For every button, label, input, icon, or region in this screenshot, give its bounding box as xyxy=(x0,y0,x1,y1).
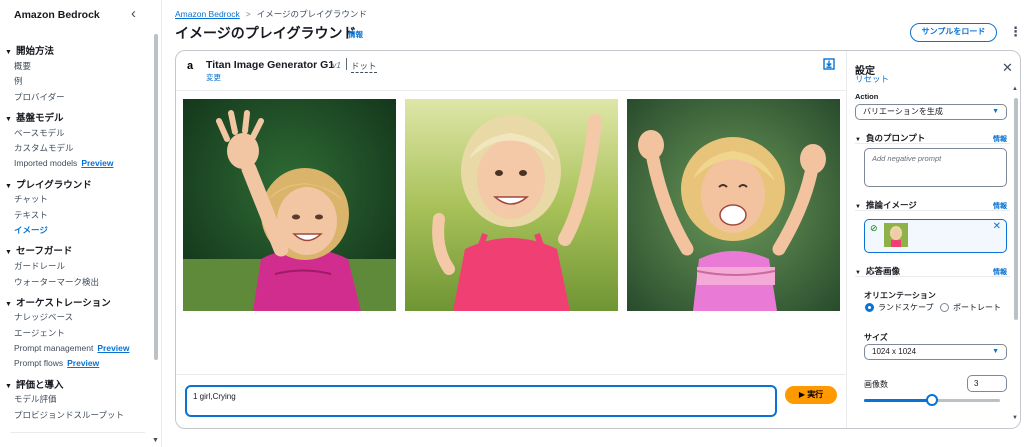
action-select[interactable]: バリエーションを生成 ▼ xyxy=(855,104,1007,120)
section-rule xyxy=(855,276,1010,277)
caret-down-icon: ▼ xyxy=(5,183,12,190)
run-button[interactable]: ▶ 実行 xyxy=(785,386,837,404)
size-select[interactable]: 1024 x 1024 ▼ xyxy=(864,344,1007,360)
sidebar-item-watermark-detection[interactable]: ウォーターマーク検出 xyxy=(14,276,99,288)
sidebar-item-imported-models[interactable]: Imported models Preview xyxy=(14,158,113,168)
prompt-text[interactable]: 1 girl,Crying xyxy=(193,392,236,401)
scroll-down-arrow-icon[interactable]: ▼ xyxy=(1012,415,1018,421)
negative-prompt-input[interactable]: Add negative prompt xyxy=(864,148,1007,187)
sidebar-section-getting-started[interactable]: ▼ 開始方法 xyxy=(5,43,54,57)
chevron-right-icon: > xyxy=(245,9,251,19)
caret-down-icon: ▼ xyxy=(5,116,12,123)
section-rule xyxy=(855,143,1010,144)
reference-image-card[interactable]: ⊘ ✕ xyxy=(864,219,1007,253)
portrait-label[interactable]: ポートレート xyxy=(953,302,1003,313)
caret-down-icon: ▼ xyxy=(5,301,12,308)
action-label: Action xyxy=(855,92,879,101)
negative-prompt-placeholder: Add negative prompt xyxy=(872,154,942,163)
generated-image-1[interactable] xyxy=(183,99,396,311)
prompt-rule xyxy=(176,374,846,375)
slider-thumb[interactable] xyxy=(926,394,938,406)
landscape-label[interactable]: ランドスケープ xyxy=(878,302,936,313)
caret-down-icon: ▼ xyxy=(992,108,999,115)
sidebar-item-provisioned-throughput[interactable]: プロビジョンドスループット xyxy=(14,409,124,421)
sidebar-item-base-models[interactable]: ベースモデル xyxy=(14,127,65,139)
sidebar-item-image[interactable]: イメージ xyxy=(14,224,48,236)
header-rule xyxy=(176,90,846,91)
sidebar-title: Amazon Bedrock xyxy=(14,9,100,21)
scroll-up-arrow-icon[interactable]: ▲ xyxy=(1012,86,1018,92)
preview-badge[interactable]: Preview xyxy=(67,358,99,368)
sidebar-item-guardrails[interactable]: ガードレール xyxy=(14,260,65,272)
sidebar-section-playgrounds[interactable]: ▼ プレイグラウンド xyxy=(5,177,92,191)
image-count-label: 画像数 xyxy=(864,380,888,389)
change-model-link[interactable]: 変更 xyxy=(206,72,221,83)
remove-image-icon[interactable]: ✕ xyxy=(993,221,1001,232)
caret-down-icon: ▼ xyxy=(992,348,999,355)
preview-badge[interactable]: Preview xyxy=(97,343,129,353)
model-mode[interactable]: ドット xyxy=(351,60,377,73)
model-separator xyxy=(346,58,347,70)
preview-badge[interactable]: Preview xyxy=(81,158,113,168)
play-icon: ▶ xyxy=(798,390,808,399)
prompt-input[interactable]: 1 girl,Crying xyxy=(185,385,777,417)
reference-image-thumbnail xyxy=(884,223,908,247)
generated-image-2[interactable] xyxy=(405,99,618,311)
breadcrumb-root[interactable]: Amazon Bedrock xyxy=(175,9,240,19)
size-label: サイズ xyxy=(864,333,888,342)
model-version: v1 xyxy=(332,60,341,70)
reset-link[interactable]: リセット xyxy=(855,73,889,85)
caret-down-icon: ▼ xyxy=(5,383,12,390)
sidebar-section-foundation-models[interactable]: ▼ 基盤モデル xyxy=(5,110,63,124)
breadcrumb-current: イメージのプレイグラウンド xyxy=(256,9,367,19)
sidebar-section-safeguards[interactable]: ▼ セーフガード xyxy=(5,243,72,257)
caret-down-icon: ▼ xyxy=(5,249,12,256)
breadcrumb: Amazon Bedrock > イメージのプレイグラウンド xyxy=(175,8,367,20)
more-options-icon[interactable]: ⋮ xyxy=(1009,24,1022,40)
download-icon[interactable] xyxy=(823,58,835,70)
sidebar-item-providers[interactable]: プロバイダー xyxy=(14,91,65,103)
sidebar-scrollbar[interactable] xyxy=(154,34,158,360)
sidebar-item-overview[interactable]: 概要 xyxy=(14,60,31,72)
slider-fill xyxy=(864,399,932,402)
landscape-radio[interactable] xyxy=(865,303,874,312)
caret-down-icon: ▼ xyxy=(5,49,12,56)
sidebar-item-prompt-management[interactable]: Prompt management Preview xyxy=(14,343,130,353)
title-info-link[interactable]: 情報 xyxy=(348,29,363,40)
sidebar-section-orchestration[interactable]: ▼ オーケストレーション xyxy=(5,295,111,309)
sidebar-divider xyxy=(10,432,145,433)
sidebar-item-custom-models[interactable]: カスタムモデル xyxy=(14,142,74,154)
image-count-input[interactable]: 3 xyxy=(967,375,1007,392)
collapse-sidebar-icon[interactable]: ‹ xyxy=(131,5,136,22)
panel-divider xyxy=(846,51,847,428)
sidebar-item-model-evaluation[interactable]: モデル評価 xyxy=(14,393,57,405)
image-2-illustration xyxy=(405,99,618,311)
scroll-down-arrow-icon[interactable]: ▼ xyxy=(152,437,159,444)
sidebar-item-examples[interactable]: 例 xyxy=(14,75,23,87)
image-1-illustration xyxy=(183,99,396,311)
page-title: イメージのプレイグラウンド xyxy=(175,25,357,41)
sidebar-item-text[interactable]: テキスト xyxy=(14,209,48,221)
sidebar-item-prompt-flows[interactable]: Prompt flows Preview xyxy=(14,358,99,368)
model-name: Titan Image Generator G1 xyxy=(206,59,335,71)
load-sample-button[interactable]: サンプルをロード xyxy=(910,23,997,42)
section-rule xyxy=(855,210,1010,211)
close-icon[interactable]: ✕ xyxy=(1002,60,1013,76)
portrait-radio[interactable] xyxy=(940,303,949,312)
generated-image-3[interactable] xyxy=(627,99,840,311)
sidebar-item-knowledge-bases[interactable]: ナレッジベース xyxy=(14,311,73,323)
sidebar-section-assessment[interactable]: ▼ 評価と導入 xyxy=(5,377,63,391)
sidebar-item-chat[interactable]: チャット xyxy=(14,193,48,205)
amazon-logo-icon: a xyxy=(187,60,194,72)
image-3-illustration xyxy=(627,99,840,311)
sidebar: Amazon Bedrock ‹ ▼ 開始方法 概要 例 プロバイダー ▼ 基盤モデ… xyxy=(0,0,162,447)
sidebar-item-agents[interactable]: エージェント xyxy=(14,327,65,339)
check-circle-icon: ⊘ xyxy=(870,223,878,233)
orientation-label: オリエンテーション xyxy=(864,291,936,300)
settings-scrollbar[interactable] xyxy=(1014,98,1018,320)
